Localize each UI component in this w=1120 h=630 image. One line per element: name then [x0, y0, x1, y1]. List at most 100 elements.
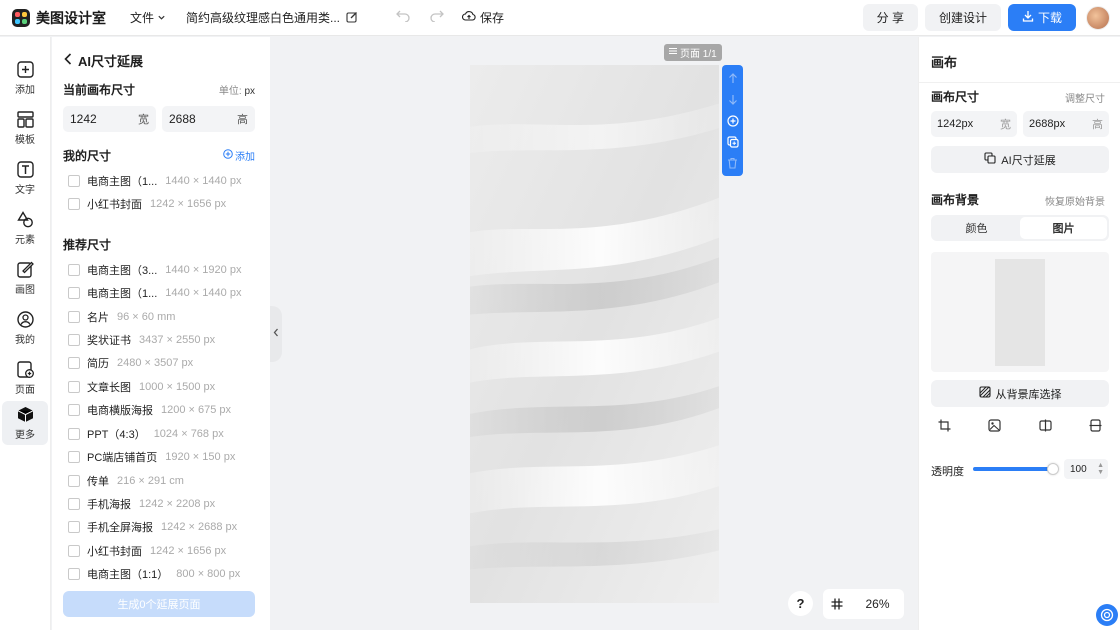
- checkbox[interactable]: [68, 475, 80, 487]
- my-size-item[interactable]: 小红书封面 1242 × 1656 px: [68, 196, 226, 212]
- my-size-item[interactable]: 电商主图（1... 1440 × 1440 px: [68, 173, 241, 189]
- file-menu[interactable]: 文件: [130, 9, 166, 26]
- width-input[interactable]: 1242 宽: [63, 106, 156, 132]
- replace-image-icon[interactable]: [988, 418, 1002, 432]
- edit-icon[interactable]: [346, 10, 358, 26]
- recommended-size-item[interactable]: 文章长图 1000 × 1500 px: [68, 379, 215, 395]
- rail-item-more[interactable]: 更多: [2, 401, 48, 445]
- size-dim: 1440 × 1440 px: [165, 175, 242, 187]
- recommended-size-item[interactable]: 手机海报 1242 × 2208 px: [68, 496, 215, 512]
- canvas-width-input[interactable]: 1242px 宽: [931, 111, 1017, 137]
- size-name: 名片: [87, 312, 109, 324]
- recommended-size-item[interactable]: 简历 2480 × 3507 px: [68, 355, 193, 371]
- flip-horizontal-icon[interactable]: [1038, 418, 1052, 432]
- checkbox[interactable]: [68, 357, 80, 369]
- document-title[interactable]: 简约高级纹理感白色通用类...: [186, 9, 358, 26]
- delete-page-icon[interactable]: [725, 155, 741, 171]
- checkbox[interactable]: [68, 498, 80, 510]
- checkbox[interactable]: [68, 311, 80, 323]
- canvas-size-label: 画布尺寸: [931, 90, 980, 104]
- tab-color[interactable]: 颜色: [933, 217, 1020, 239]
- recommended-size-item[interactable]: 名片 96 × 60 mm: [68, 309, 175, 325]
- grid-icon[interactable]: [823, 598, 851, 610]
- rail-label: 元素: [15, 235, 35, 246]
- move-up-icon[interactable]: [725, 71, 741, 87]
- checkbox[interactable]: [68, 404, 80, 416]
- undo-icon[interactable]: [396, 9, 410, 26]
- page-indicator[interactable]: 页面 1/1: [664, 44, 722, 61]
- checkbox[interactable]: [68, 568, 80, 580]
- flip-vertical-icon[interactable]: [1089, 418, 1103, 432]
- create-design-button[interactable]: 创建设计: [924, 4, 1001, 31]
- collapse-panel-button[interactable]: [270, 306, 282, 362]
- move-down-icon[interactable]: [725, 92, 741, 108]
- recommended-size-item[interactable]: 电商主图（1... 1440 × 1440 px: [68, 285, 241, 301]
- recommended-size-item[interactable]: 电商主图（1:1） 800 × 800 px: [68, 566, 240, 582]
- tab-image[interactable]: 图片: [1020, 217, 1107, 239]
- design-page[interactable]: [470, 65, 719, 603]
- share-button[interactable]: 分 享: [862, 4, 918, 31]
- app-logo[interactable]: 美图设计室: [12, 8, 106, 28]
- ai-expand-button[interactable]: AI尺寸延展: [931, 146, 1109, 173]
- back-button[interactable]: AI尺寸延展: [64, 51, 143, 70]
- plus-square-icon: [16, 60, 34, 78]
- checkbox[interactable]: [68, 175, 80, 187]
- rail-label: 更多: [15, 430, 35, 441]
- checkbox[interactable]: [68, 287, 80, 299]
- rail-item-add[interactable]: 添加: [2, 56, 48, 100]
- stepper-icon[interactable]: ▲ ▼: [1097, 462, 1104, 476]
- divider: [919, 82, 1120, 83]
- download-button[interactable]: 下载: [1007, 4, 1076, 31]
- size-name: 电商主图（1...: [87, 288, 158, 300]
- bg-image-preview[interactable]: [931, 252, 1109, 372]
- rail-item-mine[interactable]: 我的: [2, 306, 48, 350]
- recommended-size-item[interactable]: 电商横版海报 1200 × 675 px: [68, 402, 231, 418]
- checkbox[interactable]: [68, 198, 80, 210]
- rail-item-elements[interactable]: 元素: [2, 206, 48, 250]
- checkbox[interactable]: [68, 545, 80, 557]
- choose-from-library-button[interactable]: 从背景库选择: [931, 380, 1109, 407]
- canvas-height-value: 2688px: [1029, 118, 1066, 130]
- canvas-height-input[interactable]: 2688px 高: [1023, 111, 1109, 137]
- height-input[interactable]: 2688 高: [162, 106, 255, 132]
- generate-pages-button[interactable]: 生成0个延展页面: [63, 591, 255, 617]
- rail-item-text[interactable]: 文字: [2, 156, 48, 200]
- adjust-size-link[interactable]: 调整尺寸: [1065, 90, 1105, 105]
- checkbox[interactable]: [68, 334, 80, 346]
- cloud-icon: [462, 10, 476, 25]
- chevron-down-icon: [157, 11, 166, 25]
- redo-icon[interactable]: [430, 9, 444, 26]
- avatar[interactable]: [1086, 5, 1110, 30]
- checkbox[interactable]: [68, 381, 80, 393]
- silk-texture-image: [470, 65, 719, 603]
- restore-bg-link[interactable]: 恢复原始背景: [1045, 193, 1105, 208]
- rail-item-draw[interactable]: 画图: [2, 256, 48, 300]
- checkbox[interactable]: [68, 264, 80, 276]
- recommended-size-item[interactable]: 奖状证书 3437 × 2550 px: [68, 332, 215, 348]
- add-page-icon[interactable]: [725, 113, 741, 129]
- rail-item-template[interactable]: 模板: [2, 106, 48, 150]
- rail-item-pages[interactable]: 页面: [2, 356, 48, 400]
- crop-icon[interactable]: [937, 418, 951, 432]
- help-button[interactable]: ?: [788, 591, 813, 616]
- recommended-size-item[interactable]: PPT（4:3） 1024 × 768 px: [68, 426, 224, 442]
- bg-type-toggle: 颜色 图片: [931, 215, 1109, 241]
- recommended-size-item[interactable]: PC端店铺首页 1920 × 150 px: [68, 449, 235, 465]
- recommended-size-item[interactable]: 电商主图（3... 1440 × 1920 px: [68, 262, 241, 278]
- rail-label: 页面: [15, 385, 35, 396]
- assistant-icon[interactable]: [1096, 604, 1118, 626]
- duplicate-page-icon[interactable]: [725, 134, 741, 150]
- checkbox[interactable]: [68, 428, 80, 440]
- checkbox[interactable]: [68, 521, 80, 533]
- checkbox[interactable]: [68, 451, 80, 463]
- opacity-slider-handle[interactable]: [1047, 463, 1059, 475]
- add-size-button[interactable]: 添加: [223, 148, 255, 163]
- opacity-slider-track[interactable]: [973, 467, 1055, 471]
- save-button[interactable]: 保存: [462, 9, 504, 26]
- zoom-level[interactable]: 26%: [851, 597, 904, 611]
- recommended-size-item[interactable]: 传单 216 × 291 cm: [68, 473, 184, 489]
- opacity-input[interactable]: 100 ▲ ▼: [1064, 459, 1108, 479]
- recommended-size-item[interactable]: 小红书封面 1242 × 1656 px: [68, 543, 226, 559]
- recommended-size-item[interactable]: 手机全屏海报 1242 × 2688 px: [68, 519, 237, 535]
- size-dim: 1024 × 768 px: [153, 428, 224, 440]
